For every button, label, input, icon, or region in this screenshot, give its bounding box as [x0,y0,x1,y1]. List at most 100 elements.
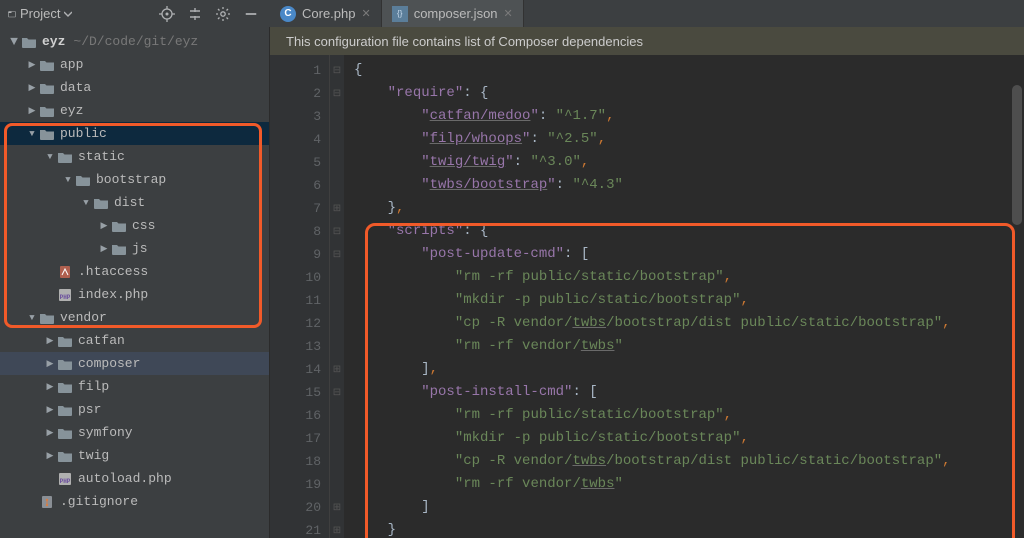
line-number[interactable]: 21 [270,519,321,538]
tree-item-autoload-php[interactable]: PHPautoload.php [0,467,269,490]
vertical-scrollbar[interactable] [1012,85,1022,534]
code-line[interactable]: "rm -rf public/static/bootstrap", [354,266,1024,289]
chevron-right-icon[interactable]: ▶ [44,428,56,438]
fold-marker[interactable]: ⊞ [330,358,344,381]
line-number[interactable]: 19 [270,473,321,496]
tree-item-composer[interactable]: ▶composer [0,352,269,375]
fold-marker[interactable]: ⊟ [330,220,344,243]
tree-item-data[interactable]: ▶data [0,76,269,99]
line-number[interactable]: 8 [270,220,321,243]
notification-banner[interactable]: This configuration file contains list of… [270,27,1024,55]
code-line[interactable]: "scripts": { [354,220,1024,243]
fold-gutter[interactable]: ⊟⊟⊞⊟⊟⊞⊟⊞⊞ [330,55,344,538]
code-line[interactable]: "require": { [354,82,1024,105]
line-number[interactable]: 9 [270,243,321,266]
line-number[interactable]: 2 [270,82,321,105]
line-number[interactable]: 10 [270,266,321,289]
tree-item-eyz[interactable]: ▶eyz [0,99,269,122]
tree-item--gitignore[interactable]: .gitignore [0,490,269,513]
chevron-right-icon[interactable]: ▶ [26,83,38,93]
code-line[interactable]: "post-update-cmd": [ [354,243,1024,266]
tree-item-index-php[interactable]: PHPindex.php [0,283,269,306]
code-line[interactable]: } [354,519,1024,538]
hide-icon[interactable] [242,5,260,23]
fold-marker[interactable]: ⊞ [330,519,344,538]
tree-item-vendor[interactable]: ▼vendor [0,306,269,329]
line-number[interactable]: 14 [270,358,321,381]
line-number[interactable]: 20 [270,496,321,519]
tree-item-catfan[interactable]: ▶catfan [0,329,269,352]
tree-item-public[interactable]: ▼public [0,122,269,145]
code-line[interactable]: "rm -rf vendor/twbs" [354,335,1024,358]
code-line[interactable]: "filp/whoops": "^2.5", [354,128,1024,151]
line-number[interactable]: 6 [270,174,321,197]
code-line[interactable]: "rm -rf vendor/twbs" [354,473,1024,496]
tree-item--htaccess[interactable]: .htaccess [0,260,269,283]
fold-marker[interactable]: ⊟ [330,381,344,404]
chevron-right-icon[interactable]: ▶ [44,359,56,369]
chevron-right-icon[interactable]: ▶ [44,382,56,392]
tree-item-symfony[interactable]: ▶symfony [0,421,269,444]
line-number[interactable]: 7 [270,197,321,220]
tree-item-filp[interactable]: ▶filp [0,375,269,398]
line-number[interactable]: 4 [270,128,321,151]
code-line[interactable]: "catfan/medoo": "^1.7", [354,105,1024,128]
fold-marker[interactable]: ⊞ [330,197,344,220]
tree-item-bootstrap[interactable]: ▼bootstrap [0,168,269,191]
chevron-right-icon[interactable]: ▶ [98,244,110,254]
code-line[interactable]: "cp -R vendor/twbs/bootstrap/dist public… [354,312,1024,335]
line-number[interactable]: 13 [270,335,321,358]
line-number[interactable]: 3 [270,105,321,128]
chevron-right-icon[interactable]: ▶ [44,405,56,415]
editor-tab-0[interactable]: CCore.php✕ [270,0,382,27]
line-number[interactable]: 12 [270,312,321,335]
fold-marker[interactable]: ⊟ [330,243,344,266]
code-line[interactable]: "twig/twig": "^3.0", [354,151,1024,174]
chevron-down-icon[interactable]: ▼ [8,34,20,49]
code-line[interactable]: { [354,59,1024,82]
tree-item-static[interactable]: ▼static [0,145,269,168]
chevron-down-icon[interactable]: ▼ [26,129,38,139]
close-icon[interactable]: ✕ [361,7,370,20]
fold-marker[interactable]: ⊟ [330,59,344,82]
tree-item-dist[interactable]: ▼dist [0,191,269,214]
chevron-right-icon[interactable]: ▶ [44,336,56,346]
code-line[interactable]: }, [354,197,1024,220]
line-number[interactable]: 17 [270,427,321,450]
chevron-right-icon[interactable]: ▶ [26,106,38,116]
tree-item-twig[interactable]: ▶twig [0,444,269,467]
fold-marker[interactable]: ⊞ [330,496,344,519]
chevron-right-icon[interactable]: ▶ [44,451,56,461]
gear-icon[interactable] [214,5,232,23]
chevron-right-icon[interactable]: ▶ [98,221,110,231]
chevron-down-icon[interactable]: ▼ [62,175,74,185]
line-number[interactable]: 16 [270,404,321,427]
editor-tab-1[interactable]: {}composer.json✕ [382,0,524,27]
chevron-down-icon[interactable]: ▼ [80,198,92,208]
line-number[interactable]: 11 [270,289,321,312]
close-icon[interactable]: ✕ [504,7,513,20]
tree-item-js[interactable]: ▶js [0,237,269,260]
tree-root[interactable]: ▼eyz~/D/code/git/eyz [0,30,269,53]
code-line[interactable]: ], [354,358,1024,381]
line-number[interactable]: 1 [270,59,321,82]
tree-item-css[interactable]: ▶css [0,214,269,237]
code-line[interactable]: "twbs/bootstrap": "^4.3" [354,174,1024,197]
fold-marker[interactable]: ⊟ [330,82,344,105]
line-number[interactable]: 18 [270,450,321,473]
chevron-right-icon[interactable]: ▶ [26,60,38,70]
code-line[interactable]: "rm -rf public/static/bootstrap", [354,404,1024,427]
tree-item-psr[interactable]: ▶psr [0,398,269,421]
tree-item-app[interactable]: ▶app [0,53,269,76]
code-line[interactable]: "post-install-cmd": [ [354,381,1024,404]
code-line[interactable]: "mkdir -p public/static/bootstrap", [354,427,1024,450]
project-dropdown[interactable]: Project [8,6,72,21]
code-line[interactable]: ] [354,496,1024,519]
chevron-down-icon[interactable]: ▼ [44,152,56,162]
chevron-down-icon[interactable]: ▼ [26,313,38,323]
collapse-icon[interactable] [186,5,204,23]
code-line[interactable]: "cp -R vendor/twbs/bootstrap/dist public… [354,450,1024,473]
locate-icon[interactable] [158,5,176,23]
code-line[interactable]: "mkdir -p public/static/bootstrap", [354,289,1024,312]
line-gutter[interactable]: 123456789101112131415161718192021 [270,55,330,538]
